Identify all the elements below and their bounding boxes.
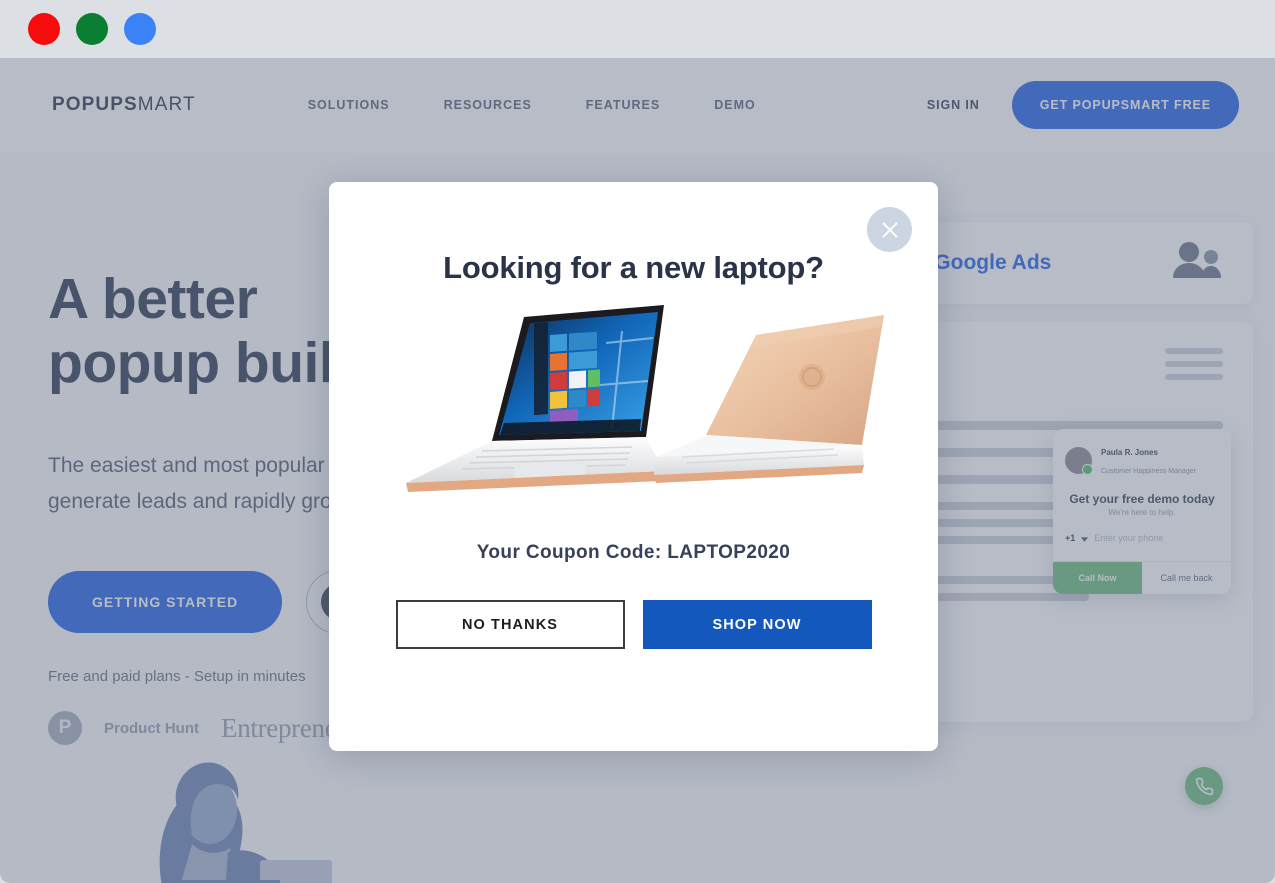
close-icon[interactable]	[867, 207, 912, 252]
popup-laptop-image	[329, 300, 938, 514]
window-title-bar	[0, 0, 1275, 58]
no-thanks-button[interactable]: No thanks	[395, 600, 625, 649]
window-controls	[28, 13, 156, 45]
close-window-button[interactable]	[28, 13, 60, 45]
promo-popup-modal: Looking for a new laptop? Your Coupon Co…	[329, 182, 938, 751]
maximize-window-button[interactable]	[124, 13, 156, 45]
minimize-window-button[interactable]	[76, 13, 108, 45]
shop-now-button[interactable]: Shop now	[642, 600, 872, 649]
popup-title: Looking for a new laptop?	[443, 250, 824, 285]
popup-action-buttons: No thanks Shop now	[329, 600, 938, 649]
laptops-illustration	[405, 304, 884, 492]
browser-window: POPUPSMART Solutions Resources Features …	[0, 0, 1275, 883]
popup-coupon-code: Your Coupon Code: LAPTOP2020	[476, 542, 791, 563]
